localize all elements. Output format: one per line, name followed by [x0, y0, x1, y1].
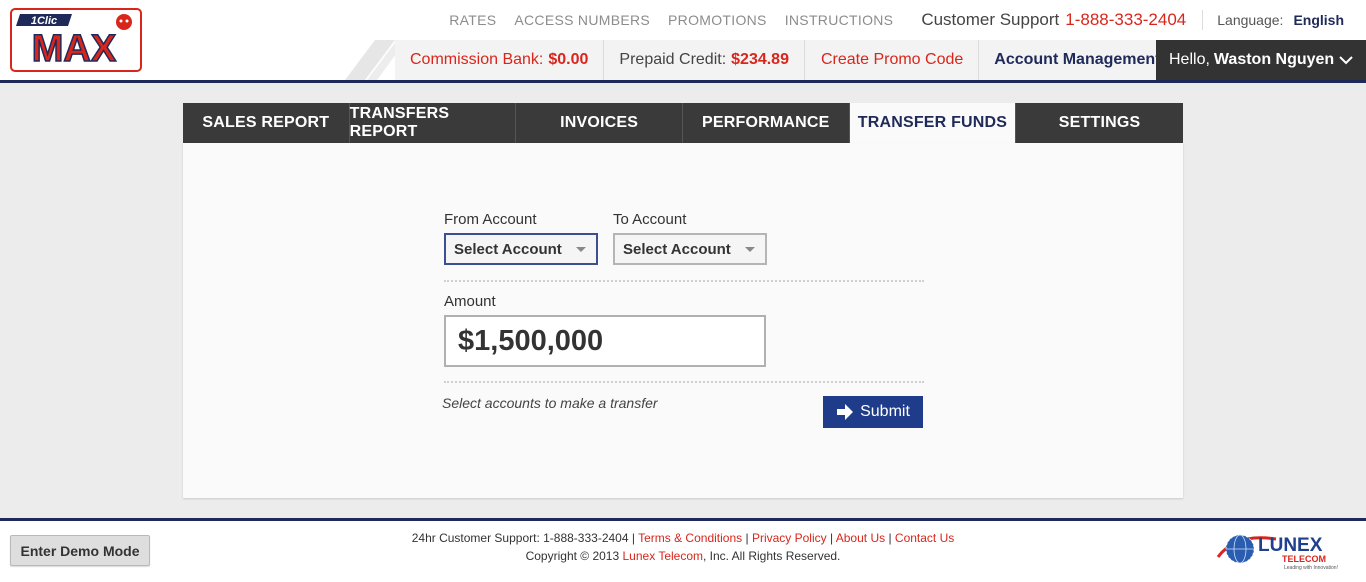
terms-link[interactable]: Terms & Conditions — [638, 531, 742, 545]
commission-value: $0.00 — [548, 51, 589, 68]
company-link[interactable]: Lunex Telecom — [623, 549, 704, 563]
tab-settings[interactable]: SETTINGS — [1016, 103, 1183, 143]
user-menu[interactable]: Hello, Waston Nguyen — [1156, 40, 1366, 80]
language-label: Language: — [1217, 12, 1284, 28]
about-link[interactable]: About Us — [836, 531, 885, 545]
lunex-tagline: Leading with Innovation! — [1284, 565, 1338, 571]
to-account-label: To Account — [613, 211, 687, 228]
support-label: Customer Support — [921, 10, 1060, 29]
copyright-suffix: , Inc. All Rights Reserved. — [703, 549, 841, 563]
header-divider — [0, 80, 1366, 83]
language-selector[interactable]: English — [1293, 12, 1344, 28]
top-nav: RATES ACCESS NUMBERS PROMOTIONS INSTRUCT… — [431, 0, 1366, 40]
tab-transfers-report[interactable]: TRANSFERS REPORT — [349, 103, 517, 143]
commission-label: Commission Bank: — [410, 51, 544, 68]
divider — [1202, 10, 1204, 30]
greeting-text: Hello, — [1169, 51, 1210, 68]
contact-link[interactable]: Contact Us — [895, 531, 954, 545]
nav-rates-link[interactable]: RATES — [449, 12, 496, 28]
commission-bank: Commission Bank: $0.00 — [395, 40, 605, 80]
nav-instructions-link[interactable]: INSTRUCTIONS — [785, 12, 894, 28]
dropdown-caret-icon — [576, 247, 586, 252]
submit-label: Submit — [860, 403, 910, 420]
prepaid-label: Prepaid Credit: — [619, 51, 727, 68]
amount-input[interactable] — [444, 315, 766, 367]
from-account-value: Select Account — [454, 240, 562, 258]
tab-sales-report[interactable]: SALES REPORT — [183, 103, 350, 143]
from-account-select[interactable]: Select Account — [444, 233, 598, 265]
submit-button[interactable]: Submit — [823, 396, 923, 428]
lunex-name: LUNEX — [1258, 535, 1323, 556]
footer-copyright: Copyright © 2013 Lunex Telecom, Inc. All… — [0, 549, 1366, 563]
tab-performance[interactable]: PERFORMANCE — [682, 103, 850, 143]
dropdown-caret-icon — [745, 247, 755, 252]
dotted-divider — [444, 381, 924, 383]
logo-main-text: MAX — [32, 28, 117, 70]
copyright-prefix: Copyright © 2013 — [525, 549, 620, 563]
user-name: Waston Nguyen — [1213, 51, 1335, 68]
footer-support-text: 24hr Customer Support: 1-888-333-2404 | — [411, 531, 635, 545]
privacy-link[interactable]: Privacy Policy — [752, 531, 827, 545]
chevron-down-icon — [1339, 56, 1353, 65]
main-tabs: SALES REPORT TRANSFERS REPORT INVOICES P… — [183, 103, 1183, 143]
nav-promotions-link[interactable]: PROMOTIONS — [668, 12, 767, 28]
lunex-sub: TELECOM — [1282, 554, 1326, 564]
create-promo-code-link[interactable]: Create Promo Code — [805, 40, 980, 80]
nav-access-numbers-link[interactable]: ACCESS NUMBERS — [514, 12, 650, 28]
tab-invoices[interactable]: INVOICES — [516, 103, 683, 143]
arrow-right-icon — [837, 404, 854, 420]
lunex-telecom-logo[interactable]: LUNEX TELECOM Leading with Innovation! — [1216, 527, 1358, 573]
support-phone: 1-888-333-2404 — [1065, 10, 1187, 29]
1clic-max-logo[interactable]: 1Clic MAX — [10, 8, 142, 72]
transfer-hint: Select accounts to make a transfer — [442, 395, 658, 411]
account-management-link[interactable]: Account Management — [979, 40, 1175, 80]
dotted-divider — [444, 280, 924, 282]
from-account-label: From Account — [444, 211, 537, 228]
to-account-value: Select Account — [623, 240, 731, 258]
amount-label: Amount — [444, 293, 496, 310]
prepaid-credit: Prepaid Credit: $234.89 — [604, 40, 805, 80]
logo-top-text: 1Clic — [31, 15, 57, 27]
to-account-select[interactable]: Select Account — [613, 233, 767, 265]
prepaid-value: $234.89 — [731, 51, 789, 68]
tab-transfer-funds[interactable]: TRANSFER FUNDS — [849, 103, 1017, 143]
footer-links: 24hr Customer Support: 1-888-333-2404 | … — [411, 531, 955, 545]
